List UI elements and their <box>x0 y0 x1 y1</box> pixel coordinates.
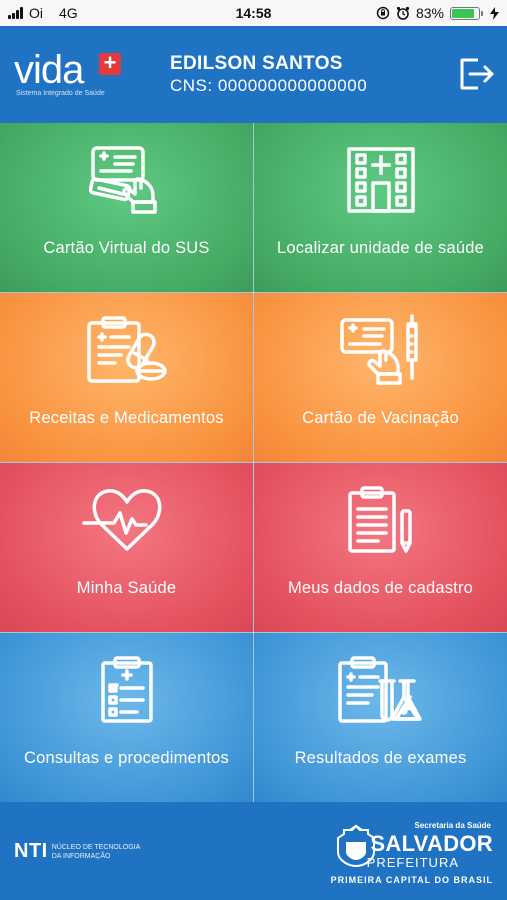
logo-plus-icon: + <box>99 52 121 75</box>
menu-label: Consultas e procedimentos <box>24 749 229 767</box>
status-bar: Oi 4G 14:58 83% <box>0 0 507 26</box>
menu-label: Cartão de Vacinação <box>302 409 459 427</box>
menu-label: Receitas e Medicamentos <box>29 409 224 427</box>
salvador-label: SALVADOR <box>370 831 493 856</box>
rotation-lock-icon <box>376 6 390 20</box>
menu-label: Cartão Virtual do SUS <box>43 239 210 257</box>
nti-name-line2: DA INFORMAÇÃO <box>51 852 111 860</box>
logo-word: vida <box>14 48 84 92</box>
app-header: vida + Sistema Integrado de Saúde EDILSO… <box>0 26 507 123</box>
battery-icon <box>450 6 483 20</box>
vaccine-card-icon <box>339 314 418 385</box>
secretaria-label: Secretaria da Saúde <box>414 821 491 830</box>
menu-tile-receitas[interactable]: Receitas e Medicamentos <box>0 293 253 462</box>
status-left: Oi 4G <box>8 5 78 21</box>
nti-logo: NTI NÚCLEO DE TECNOLOGIA DA INFORMAÇÃO <box>14 840 140 863</box>
sus-card-icon <box>88 146 157 214</box>
battery-fill <box>452 8 474 18</box>
menu-tile-cartao-vacinacao[interactable]: Cartão de Vacinação <box>254 293 507 462</box>
prescription-icon <box>86 316 167 383</box>
menu-label: Meus dados de cadastro <box>287 579 474 597</box>
nti-name: NÚCLEO DE TECNOLOGIA DA INFORMAÇÃO <box>52 843 141 861</box>
nti-acronym: NTI <box>14 840 48 862</box>
menu-tile-resultados-exames[interactable]: Resultados de exames <box>254 633 507 802</box>
menu-tile-localizar-unidade[interactable]: Localizar unidade de saúde <box>254 123 507 292</box>
battery-percent: 83% <box>415 5 444 21</box>
menu-tile-cartao-sus[interactable]: Cartão Virtual do SUS <box>0 123 253 292</box>
menu-grid: Cartão Virtual do SUS Localizar unidade … <box>0 123 507 802</box>
status-time: 14:58 <box>235 5 272 21</box>
app-footer: NTI NÚCLEO DE TECNOLOGIA DA INFORMAÇÃO S… <box>0 802 507 900</box>
menu-tile-meus-dados[interactable]: Meus dados de cadastro <box>254 463 507 632</box>
grid-divider <box>0 632 507 633</box>
user-cns: CNS: 000000000000000 <box>170 76 368 95</box>
heart-pulse-icon <box>81 489 161 551</box>
signal-icon <box>8 7 23 19</box>
grid-divider <box>0 462 507 463</box>
carrier-name: Oi <box>29 5 43 21</box>
alarm-icon <box>396 6 410 20</box>
checklist-icon <box>100 656 153 723</box>
slogan-label: PRIMEIRA CAPITAL DO BRASIL <box>330 875 493 885</box>
menu-label: Resultados de exames <box>294 749 467 767</box>
vida-logo: vida + Sistema Integrado de Saúde <box>14 50 144 102</box>
prefeitura-label: PREFEITURA <box>366 855 459 870</box>
charging-icon <box>490 6 499 20</box>
user-name: EDILSON SANTOS <box>170 53 343 74</box>
hospital-icon <box>346 147 415 213</box>
status-right: 83% <box>376 5 499 21</box>
network-type: 4G <box>59 5 78 21</box>
menu-label: Localizar unidade de saúde <box>276 239 485 257</box>
nti-name-line1: NÚCLEO DE TECNOLOGIA <box>51 843 141 851</box>
logo-subtitle: Sistema Integrado de Saúde <box>16 90 105 97</box>
grid-divider <box>0 292 507 293</box>
clipboard-pen-icon <box>347 486 412 553</box>
lab-results-icon <box>337 656 422 723</box>
menu-tile-consultas[interactable]: Consultas e procedimentos <box>0 633 253 802</box>
logout-icon[interactable] <box>456 54 496 94</box>
menu-label: Minha Saúde <box>76 579 177 597</box>
menu-tile-minha-saude[interactable]: Minha Saúde <box>0 463 253 632</box>
